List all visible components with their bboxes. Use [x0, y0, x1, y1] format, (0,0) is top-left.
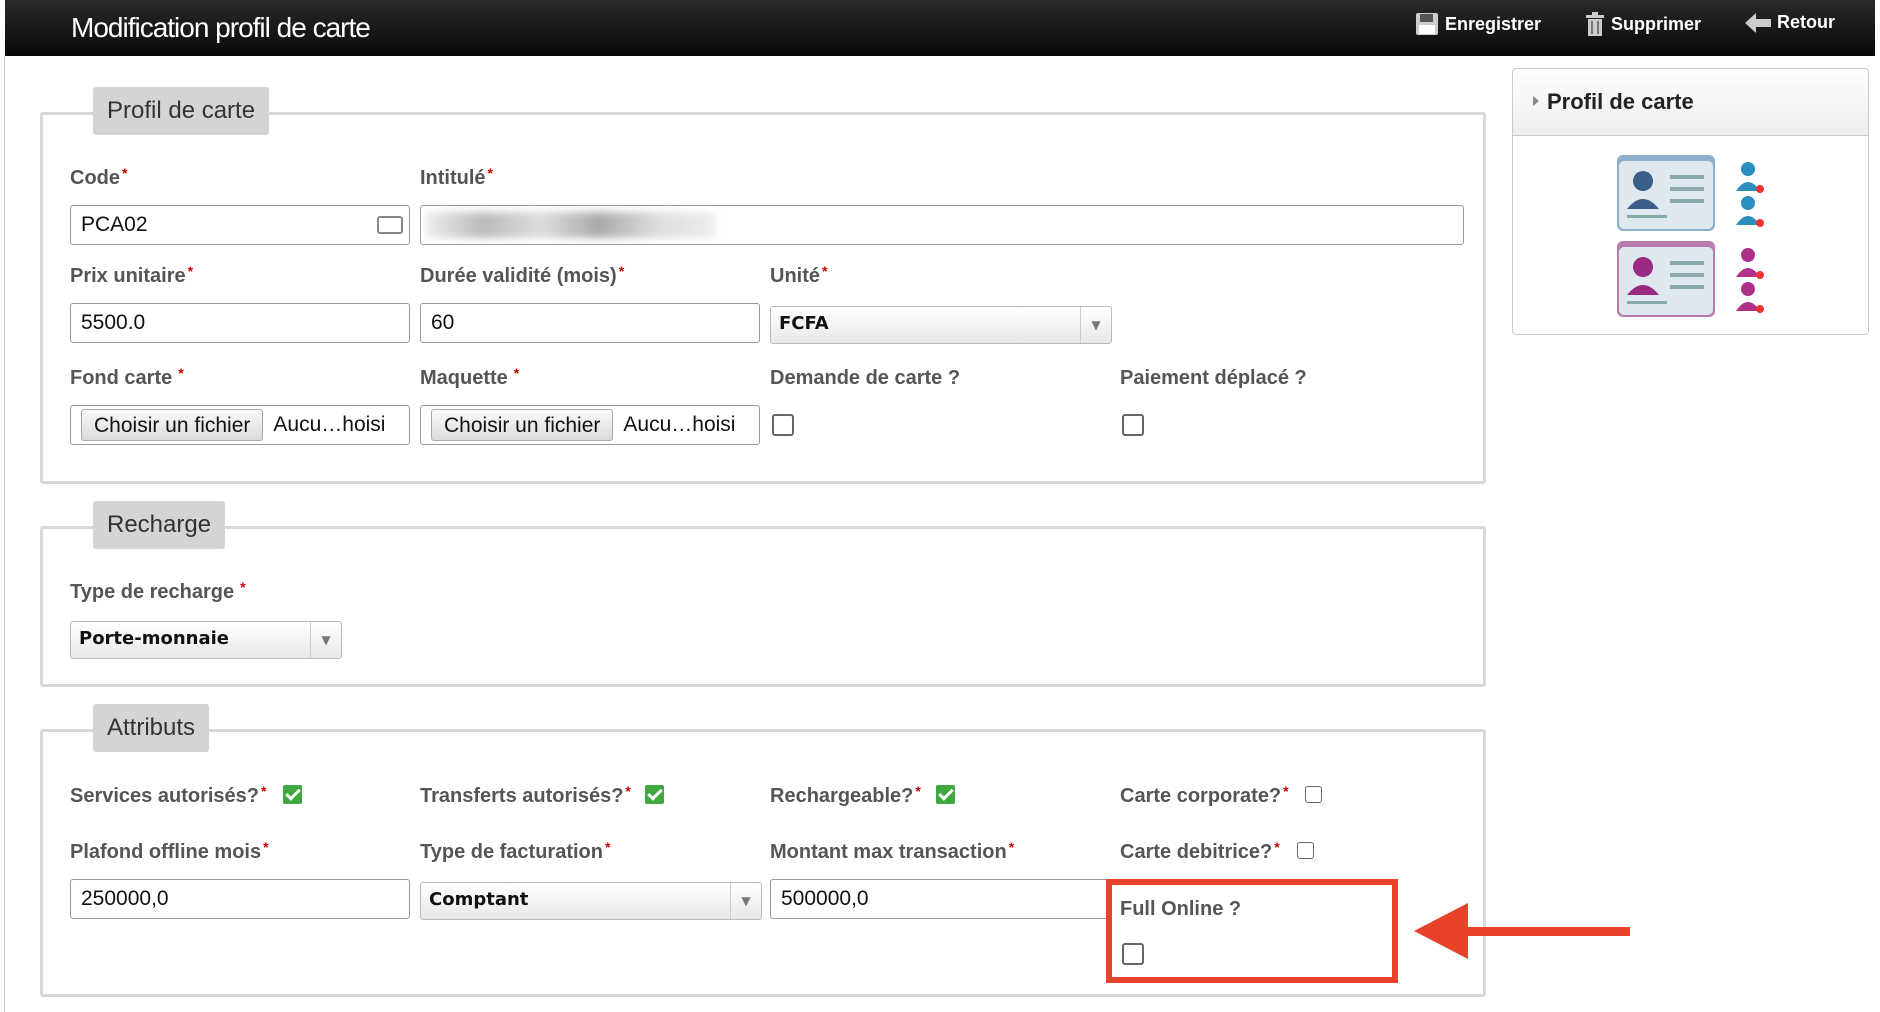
- transferts-autorises-label: Transferts autorisés? *: [420, 783, 631, 807]
- legend-attributs: Attributs: [93, 704, 210, 752]
- prix-unitaire-input[interactable]: 5500.0: [70, 303, 410, 343]
- side-panel-header[interactable]: Profil de carte: [1513, 69, 1868, 136]
- fieldset-profil-de-carte: Profil de carte Code * PCA02 Intitulé * Pr…: [40, 87, 1486, 484]
- blurred-text: [425, 212, 715, 238]
- back-button[interactable]: Retour: [1745, 12, 1835, 33]
- carte-debitrice-checkbox[interactable]: [1297, 842, 1314, 859]
- unite-value: FCFA: [779, 313, 829, 334]
- fond-carte-file-status: Aucu…hoisi: [273, 413, 386, 436]
- fieldset-recharge: Recharge Type de recharge * Porte-monnaie…: [40, 501, 1486, 687]
- collapse-triangle-icon: [1533, 96, 1539, 106]
- demande-carte-checkbox[interactable]: [772, 414, 794, 436]
- dropdown-arrow-icon: ▼: [730, 883, 761, 919]
- services-autorises-label: Services autorisés? *: [70, 783, 267, 807]
- montant-max-input[interactable]: 500000,0: [770, 879, 1110, 919]
- type-facturation-value: Comptant: [429, 889, 529, 910]
- highlight-box: [1106, 879, 1398, 983]
- legend-recharge: Recharge: [93, 501, 226, 549]
- rechargeable-label: Rechargeable? *: [770, 783, 921, 807]
- id-card-icon: [377, 216, 403, 234]
- delete-button[interactable]: Supprimer: [1585, 12, 1701, 36]
- montant-max-label: Montant max transaction *: [770, 839, 1015, 863]
- paiement-deplace-checkbox[interactable]: [1122, 414, 1144, 436]
- carte-corporate-label: Carte corporate? *: [1120, 783, 1289, 807]
- fond-carte-file-input[interactable]: Choisir un fichier Aucu…hoisi: [70, 405, 410, 445]
- duree-validite-label: Durée validité (mois) *: [420, 263, 625, 287]
- paiement-deplace-label: Paiement déplacé ?: [1120, 367, 1307, 389]
- plafond-offline-label: Plafond offline mois *: [70, 839, 269, 863]
- intitule-label: Intitulé *: [420, 165, 493, 189]
- fond-carte-choose-button[interactable]: Choisir un fichier: [81, 409, 264, 441]
- type-facturation-label: Type de facturation *: [420, 839, 611, 863]
- red-arrow-icon: [1414, 903, 1630, 959]
- save-button[interactable]: Enregistrer: [1415, 12, 1541, 36]
- maquette-file-input[interactable]: Choisir un fichier Aucu…hoisi: [420, 405, 760, 445]
- unite-label: Unité *: [770, 263, 828, 287]
- maquette-label: Maquette *: [420, 365, 520, 389]
- services-autorises-checkbox[interactable]: [283, 785, 302, 804]
- floppy-disk-icon: [1416, 13, 1438, 35]
- type-recharge-label: Type de recharge *: [70, 579, 246, 603]
- type-recharge-select[interactable]: Porte-monnaie ▼: [70, 621, 342, 659]
- carte-corporate-checkbox[interactable]: [1305, 786, 1322, 803]
- carte-debitrice-label: Carte debitrice? *: [1120, 839, 1280, 863]
- duree-validite-input[interactable]: 60: [420, 303, 760, 343]
- card-profiles-illustration-icon: [1617, 155, 1764, 317]
- fond-carte-label: Fond carte *: [70, 365, 184, 389]
- rechargeable-checkbox[interactable]: [936, 785, 955, 804]
- top-toolbar: Modification profil de carte Enregistrer…: [5, 0, 1875, 56]
- page-title: Modification profil de carte: [71, 12, 371, 43]
- unite-select[interactable]: FCFA ▼: [770, 306, 1112, 344]
- intitule-input[interactable]: [420, 205, 1464, 245]
- transferts-autorises-checkbox[interactable]: [645, 785, 664, 804]
- type-recharge-value: Porte-monnaie: [79, 628, 229, 649]
- page-border: [4, 56, 5, 1012]
- delete-label: Supprimer: [1611, 13, 1702, 34]
- dropdown-arrow-icon: ▼: [1080, 307, 1111, 343]
- maquette-choose-button[interactable]: Choisir un fichier: [431, 409, 614, 441]
- code-value: PCA02: [81, 213, 148, 236]
- dropdown-arrow-icon: ▼: [310, 622, 341, 658]
- plafond-offline-input[interactable]: 250000,0: [70, 879, 410, 919]
- type-facturation-select[interactable]: Comptant ▼: [420, 882, 762, 920]
- side-panel-title: Profil de carte: [1547, 89, 1694, 114]
- save-label: Enregistrer: [1445, 13, 1542, 34]
- prix-unitaire-label: Prix unitaire *: [70, 263, 194, 287]
- back-label: Retour: [1777, 12, 1835, 32]
- side-panel: Profil de carte: [1512, 68, 1869, 335]
- code-label: Code *: [70, 165, 128, 189]
- code-input[interactable]: PCA02: [70, 205, 410, 245]
- legend-profil-de-carte: Profil de carte: [93, 87, 270, 135]
- trash-icon: [1586, 12, 1604, 36]
- arrow-left-icon: [1745, 12, 1771, 33]
- demande-carte-label: Demande de carte ?: [770, 367, 961, 389]
- maquette-file-status: Aucu…hoisi: [623, 413, 736, 436]
